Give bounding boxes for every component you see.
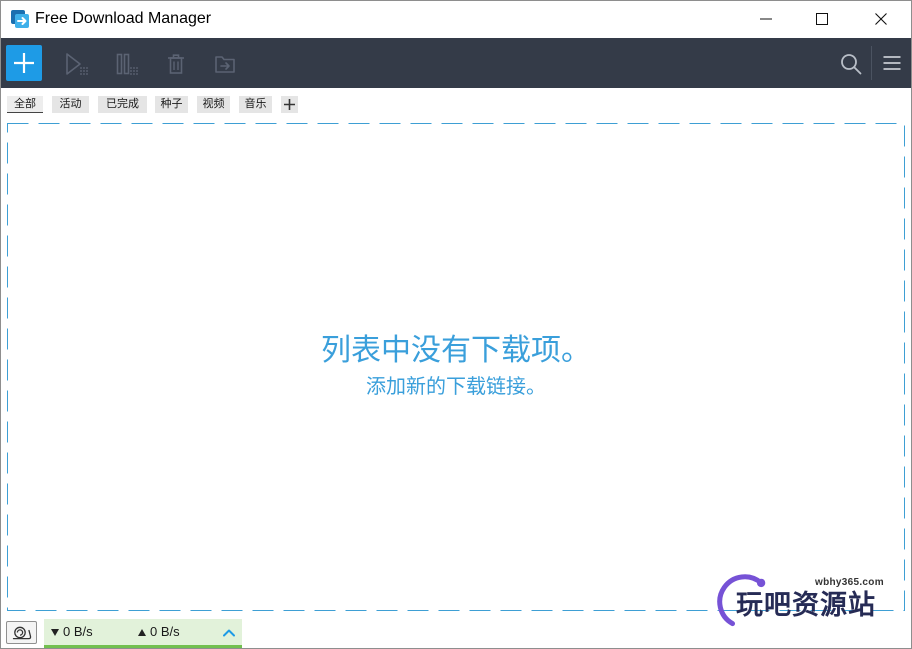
- expand-speed-panel-button[interactable]: [220, 624, 238, 640]
- minimize-button[interactable]: [738, 0, 794, 38]
- plus-icon: [14, 53, 34, 73]
- tab-all[interactable]: 全部: [7, 96, 43, 113]
- add-download-button[interactable]: [6, 45, 42, 81]
- upload-speed: 0 B/s: [150, 624, 180, 639]
- move-download-button[interactable]: [213, 52, 237, 76]
- snail-icon: [12, 626, 32, 640]
- status-bar: 0 B/s 0 B/s: [0, 617, 912, 649]
- plus-icon: [284, 99, 295, 110]
- start-download-button[interactable]: [64, 52, 88, 76]
- download-speed: 0 B/s: [63, 624, 93, 639]
- download-list[interactable]: 列表中没有下载项。 添加新的下载链接。: [6, 122, 906, 612]
- speed-limit-toggle[interactable]: [6, 621, 37, 644]
- pause-download-button[interactable]: [114, 52, 138, 76]
- tab-completed[interactable]: 已完成: [98, 96, 147, 113]
- triangle-up-icon: [138, 629, 146, 636]
- pause-icon: [116, 53, 138, 75]
- fdm-app-icon: [11, 10, 29, 28]
- app-window: Free Download Manager 全部 活动 已完成 种子 视频 音乐…: [0, 0, 912, 649]
- filter-bar: 全部 活动 已完成 种子 视频 音乐: [0, 88, 912, 122]
- title-bar[interactable]: Free Download Manager: [0, 0, 912, 38]
- minimize-icon: [760, 18, 772, 20]
- tab-videos[interactable]: 视频: [197, 96, 230, 113]
- play-icon: [66, 53, 88, 75]
- maximize-button[interactable]: [794, 0, 850, 38]
- delete-download-button[interactable]: [164, 52, 188, 76]
- speed-panel[interactable]: 0 B/s 0 B/s: [44, 619, 242, 648]
- triangle-down-icon: [51, 629, 59, 636]
- hamburger-menu-icon: [883, 56, 901, 70]
- toolbar: [1, 38, 911, 88]
- window-title: Free Download Manager: [35, 10, 212, 27]
- toolbar-divider: [871, 46, 872, 80]
- chevron-up-icon: [223, 629, 235, 637]
- empty-list-message: 列表中没有下载项。: [321, 334, 591, 367]
- folder-move-icon: [215, 56, 235, 73]
- watermark-domain: wbhy365.com: [815, 577, 884, 588]
- trash-icon: [168, 54, 184, 74]
- tab-music[interactable]: 音乐: [239, 96, 272, 113]
- close-button[interactable]: [853, 0, 909, 38]
- tab-torrents[interactable]: 种子: [155, 96, 188, 113]
- search-button[interactable]: [840, 53, 862, 75]
- add-new-download-link[interactable]: 添加新的下载链接。: [6, 374, 906, 400]
- main-menu-button[interactable]: [883, 55, 901, 71]
- maximize-icon: [816, 13, 828, 25]
- add-filter-button[interactable]: [281, 96, 298, 113]
- close-icon: [875, 13, 887, 25]
- tab-active[interactable]: 活动: [52, 96, 89, 113]
- watermark-name: 玩吧资源站: [736, 590, 876, 620]
- search-icon: [841, 54, 862, 75]
